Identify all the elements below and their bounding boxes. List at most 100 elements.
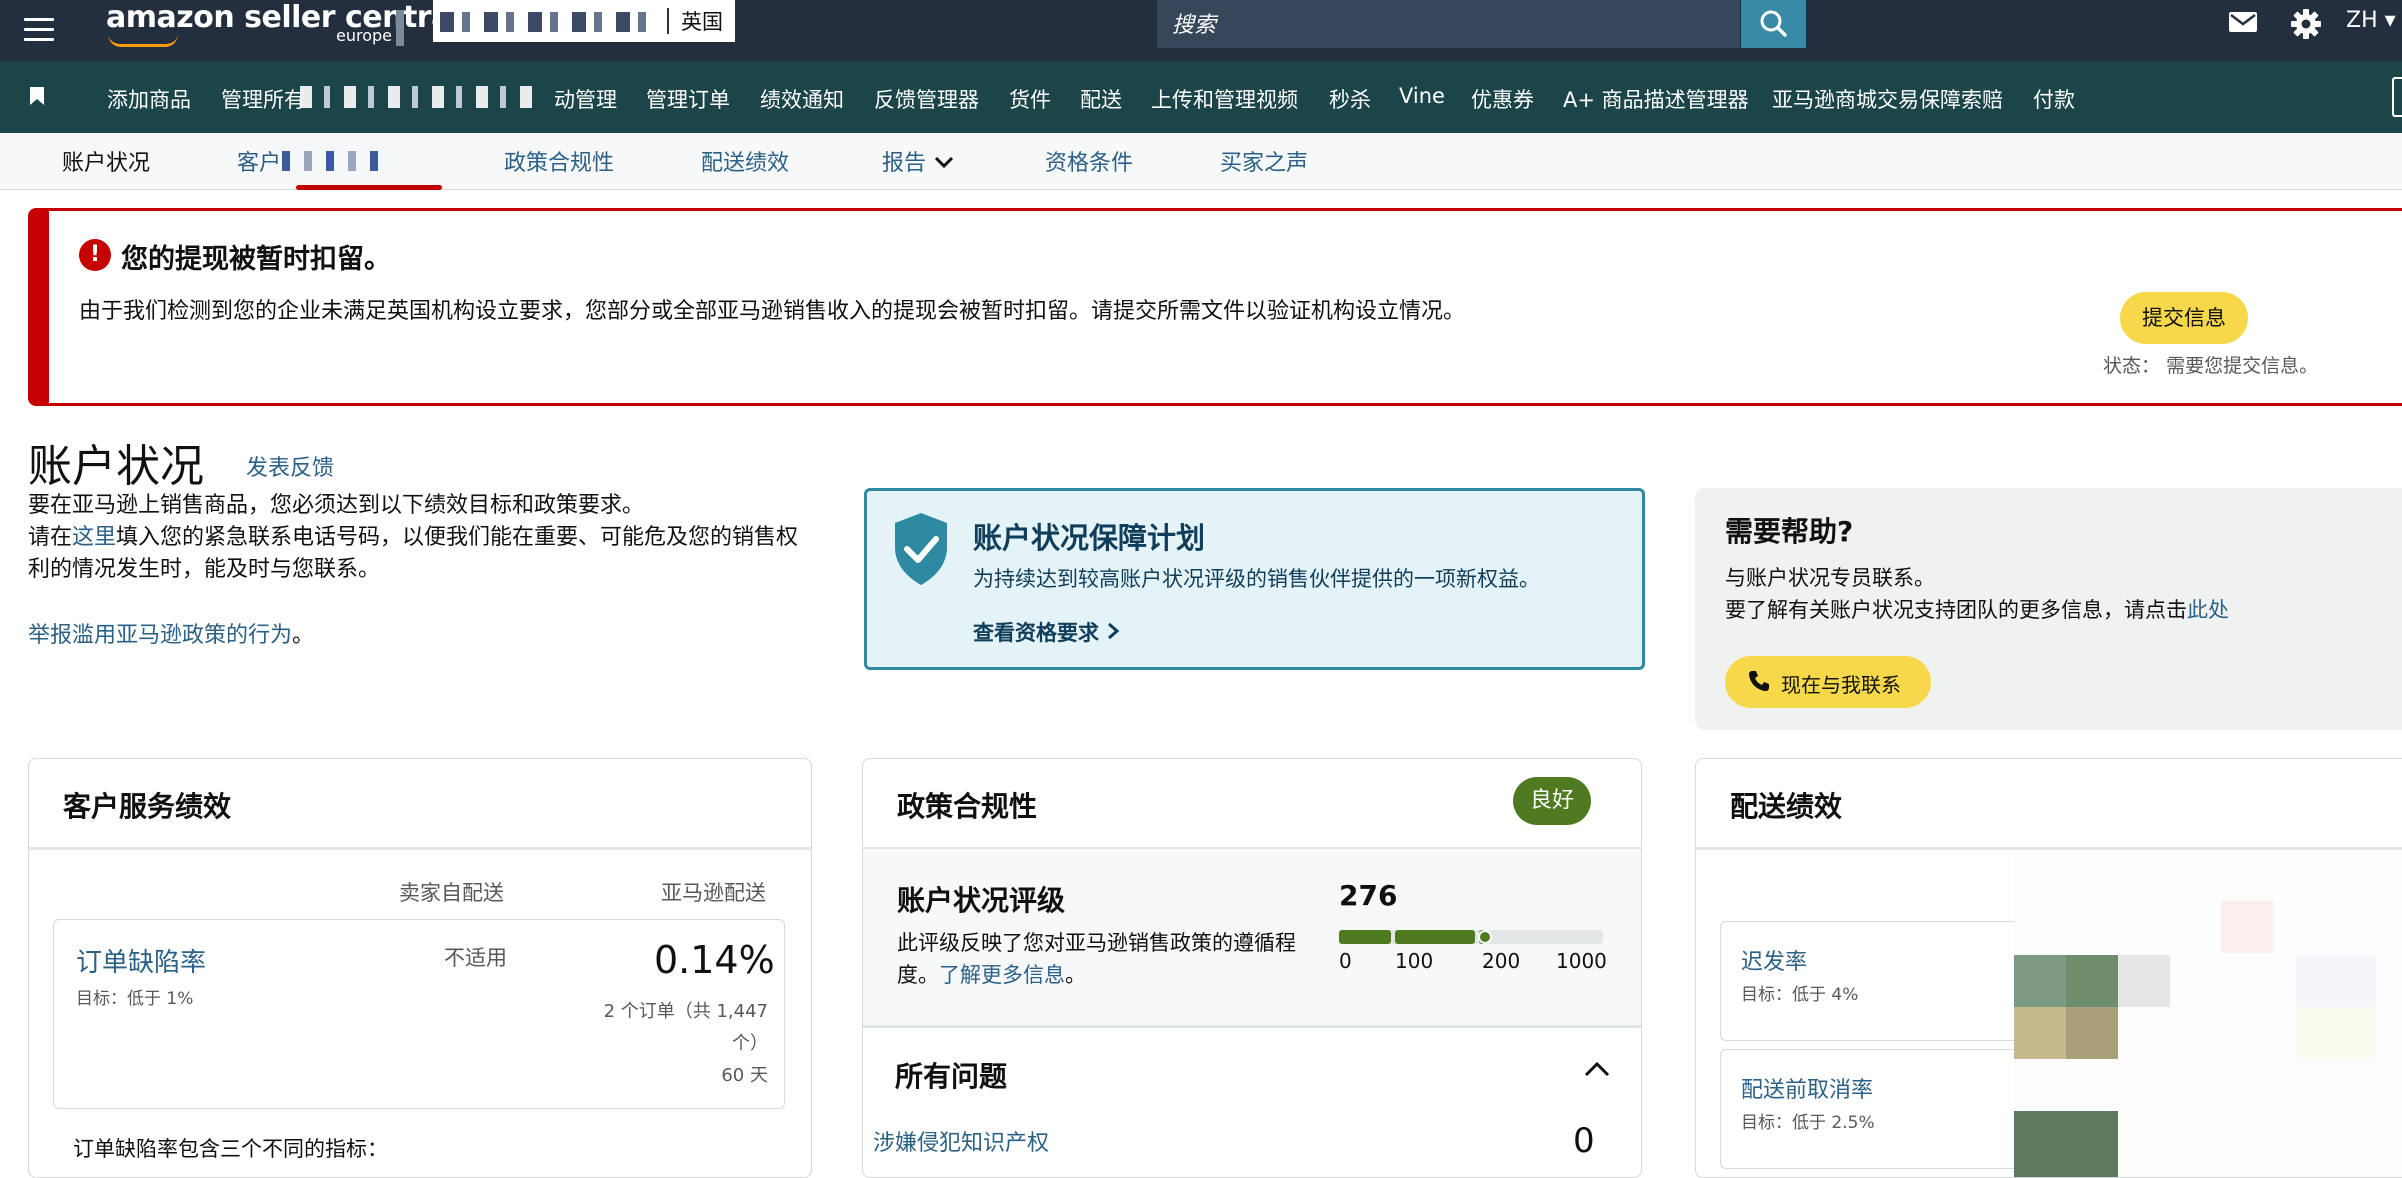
intro-line-1: 要在亚马逊上销售商品，您必须达到以下绩效目标和政策要求。 bbox=[28, 493, 645, 518]
ip-infringement-link[interactable]: 涉嫌侵犯知识产权 bbox=[873, 1125, 1049, 1157]
view-eligibility-link[interactable]: 查看资格要求 bbox=[973, 617, 1120, 647]
language-selector[interactable]: ZH ▾ bbox=[2346, 8, 2396, 33]
nav-lightning-deals[interactable]: 秒杀 bbox=[1329, 84, 1371, 114]
seller-central-logo[interactable]: amazon seller central bbox=[106, 0, 461, 35]
rating-value: 276 bbox=[1339, 879, 1398, 912]
tick-100: 100 bbox=[1395, 949, 1434, 973]
nav-shipments[interactable]: 货件 bbox=[1009, 84, 1051, 114]
report-abuse: 举报滥用亚马逊政策的行为。 bbox=[28, 617, 314, 649]
report-abuse-link[interactable]: 举报滥用亚马逊政策的行为 bbox=[28, 623, 292, 648]
all-issues-title: 所有问题 bbox=[895, 1060, 1008, 1093]
learn-more-link[interactable]: 了解更多信息 bbox=[939, 963, 1065, 987]
nav-add-product[interactable]: 添加商品 bbox=[107, 84, 191, 114]
panel-header: 政策合规性 良好 bbox=[863, 759, 1641, 850]
late-dispatch-target: 目标：低于 4% bbox=[1741, 985, 1859, 1005]
tab-voice-of-customer[interactable]: 买家之声 bbox=[1220, 145, 1308, 177]
feedback-link[interactable]: 发表反馈 bbox=[246, 450, 334, 482]
intro-line-2-post: 填入您的紧急联系电话号码，以便我们能在重要、可能危及您的销售权利的情况发生时，能… bbox=[28, 525, 799, 582]
cancel-rate-target: 目标：低于 2.5% bbox=[1741, 1113, 1875, 1133]
store-separator bbox=[667, 8, 669, 34]
help-here-link[interactable]: 此处 bbox=[2187, 598, 2229, 622]
redaction-pixel bbox=[2221, 901, 2273, 953]
redacted-store-name bbox=[440, 12, 650, 32]
late-dispatch-rate-box: 迟发率 目标：低于 4% bbox=[1720, 921, 2022, 1041]
alert-body: 由于我们检测到您的企业未满足英国机构设立要求，您部分或全部亚马逊销售收入的提现会… bbox=[79, 299, 1466, 324]
amazon-smile-icon bbox=[108, 34, 178, 47]
language-label: ZH bbox=[2346, 8, 2378, 33]
intro-line-2: 请在这里填入您的紧急联系电话号码，以便我们能在重要、可能危及您的销售权利的情况发… bbox=[28, 522, 818, 586]
store-country[interactable]: 英国 bbox=[681, 6, 723, 36]
report-abuse-end: 。 bbox=[292, 623, 315, 648]
account-health-rating: 账户状况评级 此评级反映了您对亚马逊销售政策的遵循程度。了解更多信息。 276 … bbox=[863, 849, 1641, 1028]
help-title: 需要帮助? bbox=[1725, 515, 1854, 548]
odr-period: 60 天 bbox=[721, 1065, 768, 1086]
nav-atoz-claims[interactable]: 亚马逊商城交易保障索赔 bbox=[1772, 84, 2003, 114]
view-eligibility-label: 查看资格要求 bbox=[973, 621, 1099, 645]
redacted-tab-text bbox=[282, 151, 382, 171]
search-placeholder: 搜索 bbox=[1172, 13, 1217, 38]
nav-manage-all[interactable]: 管理所有 bbox=[221, 84, 305, 114]
search-button[interactable] bbox=[1741, 0, 1806, 48]
redacted-nav-items bbox=[300, 86, 540, 108]
nav-aplus-manager[interactable]: A+ 商品描述管理器 bbox=[1563, 84, 1749, 114]
nav-performance-notifications[interactable]: 绩效通知 bbox=[760, 84, 844, 114]
late-dispatch-rate-link[interactable]: 迟发率 bbox=[1741, 944, 1807, 976]
tab-reports-label: 报告 bbox=[882, 151, 927, 176]
submit-info-button[interactable]: 提交信息 bbox=[2120, 292, 2248, 344]
alert-title: 您的提现被暂时扣留。 bbox=[121, 244, 391, 275]
tab-account-health[interactable]: 账户状况 bbox=[62, 145, 150, 177]
help-line-2: 要了解有关账户状况支持团队的更多信息，请点击此处 bbox=[1725, 594, 2229, 624]
phone-icon bbox=[1749, 671, 1769, 691]
mail-icon[interactable] bbox=[2229, 12, 2257, 32]
tab-customer[interactable]: 客户 bbox=[237, 145, 281, 177]
tab-shipping-performance[interactable]: 配送绩效 bbox=[701, 145, 789, 177]
page-intro: 要在亚马逊上销售商品，您必须达到以下绩效目标和政策要求。 请在这里填入您的紧急联… bbox=[28, 490, 818, 586]
alert-status: 状态： 需要您提交信息。 bbox=[2103, 351, 2318, 378]
nav-promotions[interactable]: 动管理 bbox=[554, 84, 617, 114]
nav-videos[interactable]: 上传和管理视频 bbox=[1151, 84, 1298, 114]
rating-description: 此评级反映了您对亚马逊销售政策的遵循程度。了解更多信息。 bbox=[897, 927, 1307, 991]
status-value: 需要您提交信息。 bbox=[2166, 355, 2319, 377]
rating-desc-end: 。 bbox=[1065, 963, 1086, 987]
help-line-1: 与账户状况专员联系。 bbox=[1725, 566, 1935, 590]
bookmark-icon[interactable] bbox=[30, 87, 44, 105]
ip-infringement-count: 0 bbox=[1573, 1121, 1595, 1161]
odr-amazon-value: 0.14% bbox=[654, 938, 775, 982]
main-nav-bar: 添加商品 管理所有 动管理 管理订单 绩效通知 反馈管理器 货件 配送 上传和管… bbox=[0, 61, 2402, 133]
logo-region: europe bbox=[336, 26, 392, 45]
chevron-right-icon bbox=[1108, 622, 1120, 640]
redaction-pixel bbox=[2014, 955, 2066, 1007]
chevron-up-icon[interactable] bbox=[1583, 1055, 1611, 1083]
nav-vine[interactable]: Vine bbox=[1399, 84, 1445, 108]
emergency-contact-link[interactable]: 这里 bbox=[72, 525, 116, 550]
odr-order-count: 2 个订单（共 1,447 个） bbox=[603, 1001, 768, 1054]
nav-delivery[interactable]: 配送 bbox=[1080, 84, 1122, 114]
policy-compliance-panel: 政策合规性 良好 账户状况评级 此评级反映了您对亚马逊销售政策的遵循程度。了解更… bbox=[862, 758, 1642, 1178]
order-defect-rate-link[interactable]: 订单缺陷率 bbox=[76, 942, 206, 979]
odr-amazon-detail: 2 个订单（共 1,447 个） 60 天 bbox=[578, 996, 768, 1092]
redaction-pixel bbox=[2066, 1007, 2118, 1059]
header-divider bbox=[396, 10, 404, 46]
nav-payments[interactable]: 付款 bbox=[2033, 84, 2075, 114]
nav-edit-button[interactable] bbox=[2392, 77, 2402, 117]
assurance-title: 账户状况保障计划 bbox=[973, 521, 1206, 555]
odr-target: 目标：低于 1% bbox=[76, 989, 194, 1009]
search-icon bbox=[1760, 10, 1787, 37]
nav-feedback-manager[interactable]: 反馈管理器 bbox=[874, 84, 979, 114]
cancel-rate-link[interactable]: 配送前取消率 bbox=[1741, 1072, 1873, 1104]
search-input[interactable] bbox=[1157, 0, 1740, 48]
tab-policy-compliance[interactable]: 政策合规性 bbox=[504, 145, 614, 177]
tick-200: 200 bbox=[1482, 949, 1521, 973]
hamburger-menu-icon[interactable] bbox=[24, 18, 54, 42]
tab-eligibility[interactable]: 资格条件 bbox=[1045, 145, 1133, 177]
contact-me-button[interactable]: 现在与我联系 bbox=[1725, 656, 1931, 708]
redaction-pixel bbox=[2066, 955, 2118, 1007]
nav-coupons[interactable]: 优惠券 bbox=[1471, 84, 1534, 114]
status-badge: 良好 bbox=[1513, 777, 1591, 825]
redaction-pixel bbox=[2014, 1111, 2118, 1177]
gear-icon[interactable] bbox=[2290, 8, 2322, 40]
order-defect-rate-box: 订单缺陷率 目标：低于 1% 不适用 0.14% 2 个订单（共 1,447 个… bbox=[53, 919, 785, 1109]
tab-reports[interactable]: 报告 bbox=[882, 145, 955, 177]
nav-manage-orders[interactable]: 管理订单 bbox=[646, 84, 730, 114]
top-header-bar: amazon seller central europe 英国 搜索 ZH ▾ bbox=[0, 0, 2402, 61]
